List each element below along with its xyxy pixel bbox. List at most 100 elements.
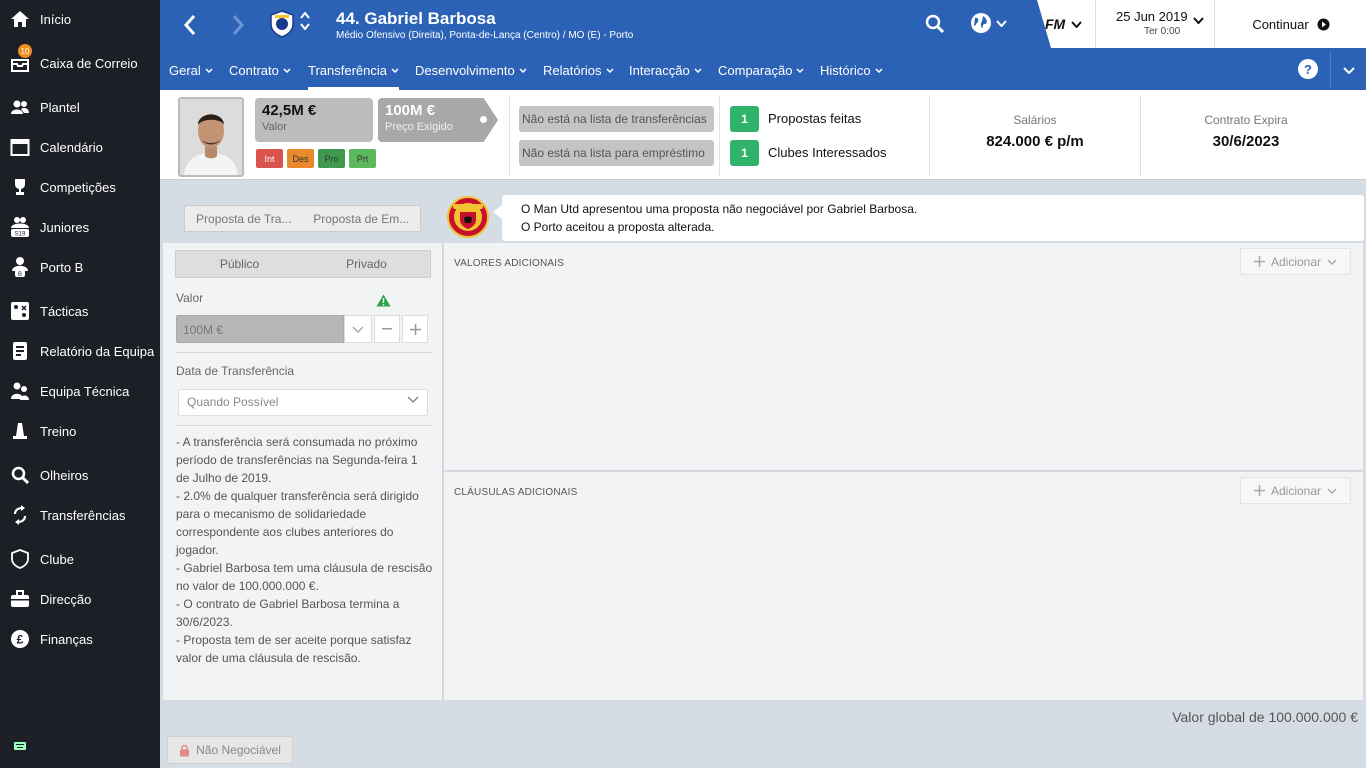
attr-tag-des[interactable]: Des	[287, 149, 314, 168]
sidebar-item-olheiros[interactable]: Olheiros	[0, 457, 160, 493]
divider	[509, 96, 510, 176]
value-input[interactable]: 100M €	[176, 315, 344, 343]
search-icon[interactable]	[925, 14, 945, 37]
player-value-box: 42,5M € Valor	[255, 98, 373, 142]
chevron-up-icon[interactable]	[300, 12, 310, 19]
interested-clubs-label: Clubes Interessados	[768, 145, 887, 160]
forward-button[interactable]	[223, 10, 253, 40]
sidebar-item-financas[interactable]: £ Finanças	[0, 621, 160, 657]
add-label: Adicionar	[1270, 483, 1322, 498]
reserve-team-icon: B	[0, 256, 40, 278]
sidebar-item-label: Direcção	[40, 591, 92, 607]
back-button[interactable]	[175, 10, 205, 40]
note-line: - 2.0% de qualquer transferência será di…	[176, 489, 419, 557]
transfer-date-select[interactable]: Quando Possível	[178, 389, 428, 416]
sidebar-item-label: Início	[40, 11, 72, 27]
sidebar-item-juniores[interactable]: S19 Juniores	[0, 209, 160, 245]
chevron-left-icon	[183, 15, 196, 35]
world-button[interactable]	[970, 12, 1007, 34]
chevron-down-icon	[694, 67, 702, 73]
svg-text:B: B	[18, 272, 22, 278]
chevron-down-icon[interactable]	[300, 23, 310, 30]
sidebar-item-transferencias[interactable]: Transferências	[0, 497, 160, 533]
sidebar-item-porto-b[interactable]: B Porto B	[0, 249, 160, 285]
value-decrease-button[interactable]	[374, 315, 400, 343]
non-negotiable-button[interactable]: Não Negociável	[167, 736, 293, 764]
tab-contrato[interactable]: Contrato	[229, 52, 291, 88]
sidebar-item-relatorio-da-equipa[interactable]: Relatório da Equipa	[0, 333, 160, 369]
offers-made-count[interactable]: 1	[730, 106, 759, 132]
sidebar-item-competicoes[interactable]: Competições	[0, 169, 160, 205]
sidebar-item-inicio[interactable]: Início	[0, 1, 160, 37]
public-button[interactable]: Público	[176, 251, 303, 277]
interested-clubs-count[interactable]: 1	[730, 140, 759, 166]
value-label: Valor	[176, 291, 204, 305]
tab-comparacao[interactable]: Comparação	[718, 52, 804, 88]
sidebar-item-direccao[interactable]: Direcção	[0, 581, 160, 617]
add-extra-value-button[interactable]: Adicionar	[1240, 248, 1351, 275]
chevron-down-icon	[407, 396, 419, 403]
more-menu-button[interactable]	[1330, 52, 1366, 88]
chevron-down-icon	[875, 67, 883, 73]
private-button[interactable]: Privado	[303, 251, 430, 277]
club-switcher[interactable]	[300, 12, 310, 30]
tab-loan-offer[interactable]: Proposta de Em...	[303, 206, 421, 231]
divider	[176, 352, 433, 353]
warning-icon[interactable]	[376, 294, 391, 310]
sidebar-item-label: Competições	[40, 179, 116, 195]
add-label: Adicionar	[1270, 254, 1322, 269]
note-line: - Gabriel Barbosa tem uma cláusula de re…	[176, 561, 433, 593]
club-crest-icon[interactable]	[447, 196, 489, 241]
continue-button[interactable]: Continuar	[1216, 0, 1366, 48]
section-title: VALORES ADICIONAIS	[454, 258, 565, 269]
value-dropdown-button[interactable]	[344, 315, 372, 343]
offer-type-tabs: Proposta de Tra... Proposta de Em...	[184, 205, 421, 232]
attr-tag-int[interactable]: Int	[256, 149, 283, 168]
player-portrait[interactable]	[178, 97, 244, 177]
tab-label: Contrato	[229, 62, 279, 78]
fm-menu-button[interactable]: FM	[1045, 16, 1082, 32]
tactics-icon	[0, 301, 40, 321]
training-icon	[0, 422, 40, 440]
sidebar-item-clube[interactable]: Clube	[0, 541, 160, 577]
transfers-icon	[0, 505, 40, 525]
chevron-down-icon	[796, 67, 804, 73]
attr-tag-pro[interactable]: Pro	[318, 149, 345, 168]
offers-made-label: Propostas feitas	[768, 111, 862, 126]
keyboard-icon[interactable]	[14, 738, 26, 753]
tab-label: Transferência	[308, 62, 387, 78]
tab-label: Interacção	[629, 62, 690, 78]
tab-relatorios[interactable]: Relatórios	[543, 52, 614, 88]
tab-geral[interactable]: Geral	[169, 52, 213, 88]
globe-icon	[971, 13, 991, 33]
transfer-date-value: Quando Possível	[187, 395, 279, 409]
wages-stat: Salários 824.000 € p/m	[930, 90, 1140, 180]
loan-list-status[interactable]: Não está na lista para empréstimo	[519, 140, 714, 166]
minus-icon	[382, 328, 392, 330]
tab-historico[interactable]: Histórico	[820, 52, 883, 88]
trophy-icon	[0, 178, 40, 196]
transfer-list-status[interactable]: Não está na lista de transferências	[519, 106, 714, 132]
board-icon	[0, 590, 40, 608]
club-crest-icon[interactable]	[270, 10, 294, 41]
note-line: - A transferência será consumada no próx…	[176, 435, 418, 485]
date-button[interactable]: 25 Jun 2019 Ter 0:00	[1095, 0, 1215, 48]
tab-transferencia[interactable]: Transferência	[308, 52, 399, 90]
tab-desenvolvimento[interactable]: Desenvolvimento	[415, 52, 527, 88]
help-button[interactable]: ?	[1298, 59, 1318, 79]
contract-label: Contrato Expira	[1204, 113, 1288, 127]
sidebar-item-calendario[interactable]: Calendário	[0, 129, 160, 165]
sidebar-item-treino[interactable]: Treino	[0, 413, 160, 449]
sidebar-item-label: Relatório da Equipa	[40, 343, 155, 359]
tab-transfer-offer[interactable]: Proposta de Tra...	[185, 206, 303, 231]
sidebar-item-plantel[interactable]: Plantel	[0, 89, 160, 125]
attr-tag-prt[interactable]: Prt	[349, 149, 376, 168]
chevron-right-icon	[232, 15, 245, 35]
sidebar-item-tacticas[interactable]: Tácticas	[0, 293, 160, 329]
value-increase-button[interactable]	[402, 315, 428, 343]
tab-interaccao[interactable]: Interacção	[629, 52, 702, 88]
sidebar-item-equipa-tecnica[interactable]: Equipa Técnica	[0, 373, 160, 409]
offer-form-panel: Público Privado Valor 100M € Data de Tra…	[163, 243, 443, 700]
sidebar-item-caixa-de-correio[interactable]: 10 Caixa de Correio	[0, 44, 160, 81]
add-extra-clause-button[interactable]: Adicionar	[1240, 477, 1351, 504]
